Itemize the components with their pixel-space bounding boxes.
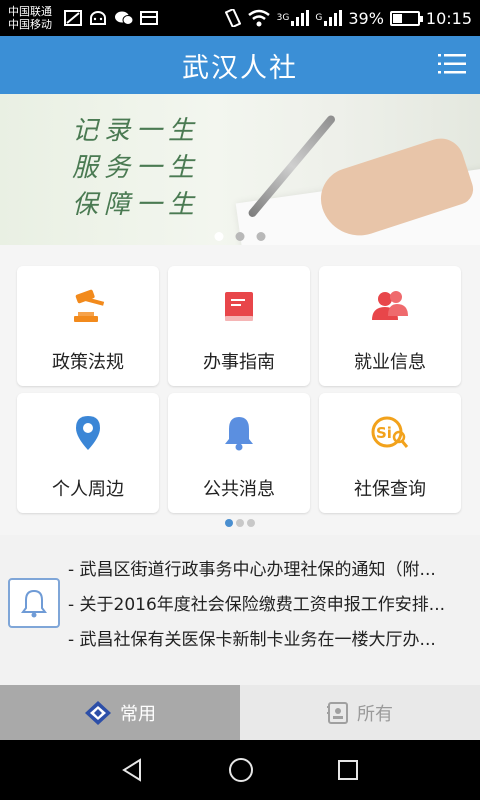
users-icon: [372, 291, 408, 320]
profile-card-icon: [327, 701, 348, 724]
banner-dot[interactable]: [256, 232, 266, 241]
grid-item-label: 公共消息: [203, 479, 275, 500]
grid-item-jobs[interactable]: 就业信息: [319, 266, 461, 386]
tab-all[interactable]: 所有: [240, 685, 480, 740]
banner-carousel[interactable]: 记录一生 服务一生 保障一生: [0, 94, 480, 245]
news-list: - 武昌区街道行政事务中心办理社保的通知（附... - 关于2016年度社会保险…: [68, 555, 478, 660]
grid-item-nearby[interactable]: 个人周边: [17, 393, 159, 513]
diamond-logo-icon: [85, 700, 111, 725]
location-pin-icon: [76, 416, 100, 450]
book-icon: [225, 292, 253, 321]
carrier-1: 中国联通: [8, 5, 52, 18]
clock: 10:15: [425, 8, 472, 28]
grid-item-label: 就业信息: [354, 352, 426, 373]
home-icon[interactable]: [227, 756, 255, 784]
grid-page-indicator: [225, 519, 255, 527]
function-grid: 政策法规 办事指南 就业信息 个人周边 公共消息 Si 社保查询: [0, 245, 480, 535]
bell-icon: [225, 417, 253, 451]
vibrate-icon: [224, 9, 241, 27]
signal-icon-1: [291, 10, 310, 26]
wechat-icon: [115, 11, 134, 25]
grid-item-si-query[interactable]: Si 社保查询: [319, 393, 461, 513]
wifi-icon: [247, 9, 270, 27]
card-icon: [140, 11, 158, 25]
banner-slogan-2: 服务一生: [72, 153, 201, 183]
grid-item-label: 政策法规: [52, 352, 124, 373]
status-bar: 中国联通 中国移动 3G G 39% 10:15: [0, 0, 480, 36]
banner-dot[interactable]: [214, 232, 224, 241]
gavel-icon: [74, 289, 105, 322]
network-type-1: 3G: [276, 12, 290, 23]
hamburger-menu-icon[interactable]: [438, 52, 466, 76]
system-status: 3G G 39% 10:15: [224, 8, 472, 28]
grid-item-label: 社保查询: [354, 479, 426, 500]
carrier-names: 中国联通 中国移动: [8, 5, 58, 31]
system-nav-bar: [0, 740, 480, 800]
banner-slogan-1: 记录一生: [72, 116, 201, 146]
tab-all-label: 所有: [357, 703, 393, 725]
svg-text:Si: Si: [376, 424, 392, 442]
tab-common-label: 常用: [120, 703, 156, 725]
news-item[interactable]: - 武昌区街道行政事务中心办理社保的通知（附...: [68, 555, 478, 590]
android-icon: [90, 11, 106, 25]
grid-item-label: 个人周边: [52, 479, 124, 500]
back-icon[interactable]: [120, 757, 146, 783]
bottom-tabs: 常用 所有: [0, 685, 480, 740]
news-section: - 武昌区街道行政事务中心办理社保的通知（附... - 关于2016年度社会保险…: [0, 535, 480, 685]
network-type-2: G: [315, 12, 323, 23]
news-item[interactable]: - 关于2016年度社会保险缴费工资申报工作安排...: [68, 590, 478, 625]
grid-dot[interactable]: [225, 519, 233, 527]
app-title: 武汉人社: [182, 52, 298, 84]
banner-slogan-3: 保障一生: [72, 190, 201, 220]
recents-icon[interactable]: [336, 758, 360, 782]
notification-icons: [64, 10, 158, 26]
tab-common[interactable]: 常用: [0, 685, 240, 740]
si-query-icon: Si: [371, 416, 409, 448]
app-bar: 武汉人社: [0, 36, 480, 94]
grid-item-policy[interactable]: 政策法规: [17, 266, 159, 386]
news-item[interactable]: - 武昌社保有关医保卡新制卡业务在一楼大厅办...: [68, 625, 478, 660]
grid-item-guide[interactable]: 办事指南: [168, 266, 310, 386]
battery-icon: [389, 10, 423, 26]
grid-dot[interactable]: [236, 519, 244, 527]
battery-percent: 39%: [348, 8, 384, 28]
grid-item-label: 办事指南: [203, 352, 275, 373]
signal-off-icon: [64, 10, 82, 26]
grid-dot[interactable]: [247, 519, 255, 527]
notification-bell-button[interactable]: [8, 578, 60, 628]
carrier-2: 中国移动: [8, 18, 52, 31]
banner-page-indicator: [214, 232, 266, 241]
banner-dot[interactable]: [235, 232, 245, 241]
grid-item-public-notice[interactable]: 公共消息: [168, 393, 310, 513]
bell-outline-icon: [21, 589, 47, 618]
signal-icon-2: [324, 10, 343, 26]
